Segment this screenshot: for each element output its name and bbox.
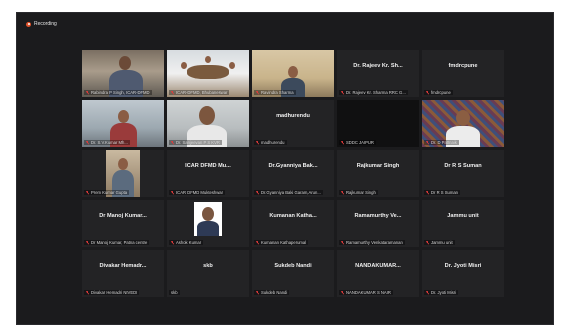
participant-tile[interactable]: ICAR DFMD Mu... ICAR DFMD Mukteshwar [167, 150, 249, 197]
mic-off-icon [341, 290, 344, 295]
participant-tile[interactable]: Prem Kumar Gupta [82, 150, 164, 197]
participant-display-name: madhurendu [276, 113, 310, 119]
recording-icon [26, 21, 31, 27]
participant-name-label: Sukdeb Nandi [254, 290, 290, 295]
participant-name-label: skb [169, 290, 180, 295]
participant-display-name: Dr R S Suman [444, 163, 482, 169]
participant-tile[interactable]: skb skb [167, 250, 249, 297]
mic-off-icon [86, 290, 89, 295]
mic-off-icon [426, 140, 429, 145]
participant-tile[interactable]: Dr Manoj Kumar... Dr Manoj Kumar, Patna … [82, 200, 164, 247]
mic-off-icon [256, 190, 259, 195]
participant-tile[interactable]: Dr. D Pattnaik [422, 100, 504, 147]
participant-name-label: Ravindra Sharma [254, 90, 296, 95]
participant-name-label: Jammu unit [424, 240, 455, 245]
mic-off-icon [426, 240, 429, 245]
mic-off-icon [171, 140, 174, 145]
participant-name-label: SDDC JAIPUR [339, 140, 376, 145]
participant-tile[interactable]: Rajkumar Singh Rajkumar Singh [337, 150, 419, 197]
participant-display-name: fmdrcpune [448, 63, 478, 69]
participant-tile-active[interactable]: ICAR-DFMD, Bhubaneswar [167, 50, 249, 97]
mic-off-icon [256, 240, 259, 245]
participant-name-label: Dr. Sanjeevan P S KVR [169, 140, 222, 145]
mic-off-icon [341, 140, 344, 145]
participant-display-name: Dr.Gyanniya Bak... [268, 163, 318, 169]
participant-tile[interactable]: SDDC JAIPUR [337, 100, 419, 147]
participant-name-label: ICAR DFMD Mukteshwar [169, 190, 225, 195]
participant-name-label: Dr. S.V.Kumar Mh... [84, 140, 130, 145]
mic-off-icon [256, 90, 259, 95]
participant-photo [194, 202, 222, 236]
recording-label: Recording [34, 21, 57, 27]
participant-display-name: NANDAKUMAR... [355, 263, 401, 269]
participant-tile[interactable]: fmdrcpune fmdrcpune [422, 50, 504, 97]
participant-tile[interactable]: Dr R S Suman Dr R S Suman [422, 150, 504, 197]
participant-tile[interactable]: Dr. Sanjeevan P S KVR [167, 100, 249, 147]
participant-display-name: Kumanan Katha... [269, 213, 317, 219]
mic-off-icon [341, 240, 344, 245]
participant-tile[interactable]: Kumanan Katha... Kumanan Kathaperumal [252, 200, 334, 247]
participant-tile[interactable]: Ramamurthy Ve... Ramamurthy Venkataraman… [337, 200, 419, 247]
mic-off-icon [256, 290, 259, 295]
participant-name-label: Dr. Rajeev Kr. Sharma RRC G... [339, 90, 408, 95]
mic-off-icon [426, 190, 429, 195]
participant-tile[interactable]: madhurendu madhurendu [252, 100, 334, 147]
participant-display-name: Sukdeb Nandi [274, 263, 312, 269]
mic-off-icon [341, 90, 344, 95]
participant-display-name: Ramamurthy Ve... [354, 213, 402, 219]
meeting-window: Recording Rabindra P Singh, ICAR-DFMD IC… [16, 12, 554, 325]
participant-display-name: Rajkumar Singh [356, 163, 400, 169]
mic-off-icon [86, 240, 89, 245]
participant-display-name: Divakar Hemadr... [99, 263, 147, 269]
participant-tile[interactable]: Divakar Hemadr... Divakar Hemadri NIVEDI [82, 250, 164, 297]
mic-off-icon [256, 140, 259, 145]
participant-name-label: Rabindra P Singh, ICAR-DFMD [84, 90, 152, 95]
participant-name-label: fmdrcpune [424, 90, 453, 95]
participant-display-name: Dr. Jyoti Misri [444, 263, 482, 269]
participant-tile[interactable]: Jammu unit Jammu unit [422, 200, 504, 247]
mic-off-icon [86, 190, 89, 195]
participant-name-label: Dr Manoj Kumar, Patna centre [84, 240, 150, 245]
mic-off-icon [86, 140, 89, 145]
participant-tile[interactable]: Rabindra P Singh, ICAR-DFMD [82, 50, 164, 97]
participant-display-name: skb [203, 263, 213, 269]
participant-tile[interactable]: Dr.Gyanniya Bak... Dr.Gyanniya Baki Gara… [252, 150, 334, 197]
participant-name-label: Rajkumar Singh [339, 190, 378, 195]
participant-tile[interactable]: NANDAKUMAR... NANDAKUMAR S NAIR [337, 250, 419, 297]
participant-tile[interactable]: Ravindra Sharma [252, 50, 334, 97]
participant-name-label: NANDAKUMAR S NAIR [339, 290, 393, 295]
participant-tile[interactable]: Dr. Jyoti Misri Dr. Jyoti Misri [422, 250, 504, 297]
participant-name-label: Ramamurthy Venkataramanan [339, 240, 405, 245]
participant-display-name: Dr Manoj Kumar... [99, 213, 147, 219]
participant-tile[interactable]: Sukdeb Nandi Sukdeb Nandi [252, 250, 334, 297]
mic-off-icon [426, 290, 429, 295]
mic-off-icon [171, 240, 174, 245]
mic-off-icon [426, 90, 429, 95]
participant-display-name: Jammu unit [447, 213, 479, 219]
participant-name-label: Dr. Jyoti Misri [424, 290, 459, 295]
participant-tile[interactable]: Ashok Kumar [167, 200, 249, 247]
participant-tile[interactable]: Dr. Rajeev Kr. Sh... Dr. Rajeev Kr. Shar… [337, 50, 419, 97]
participant-display-name: Dr. Rajeev Kr. Sh... [353, 63, 403, 69]
recording-indicator: Recording [26, 21, 57, 27]
participant-name-label: Dr. D Pattnaik [424, 140, 459, 145]
participant-name-label: Kumanan Kathaperumal [254, 240, 309, 245]
mic-off-icon [171, 90, 174, 95]
mic-off-icon [86, 90, 89, 95]
participant-name-label: ICAR-DFMD, Bhubaneswar [169, 90, 230, 95]
mic-off-icon [171, 190, 174, 195]
participant-name-label: madhurendu [254, 140, 287, 145]
participant-name-label: Dr.Gyanniya Baki Garam,Arun... [254, 190, 323, 195]
participant-name-label: Dr R S Suman [424, 190, 460, 195]
mic-off-icon [341, 190, 344, 195]
participant-name-label: Divakar Hemadri NIVEDI [84, 290, 140, 295]
participant-name-label: Ashok Kumar [169, 240, 204, 245]
participant-display-name: ICAR DFMD Mu... [185, 163, 231, 169]
participant-tile[interactable]: Dr. S.V.Kumar Mh... [82, 100, 164, 147]
top-strip [0, 0, 561, 12]
participant-name-label: Prem Kumar Gupta [84, 190, 130, 195]
